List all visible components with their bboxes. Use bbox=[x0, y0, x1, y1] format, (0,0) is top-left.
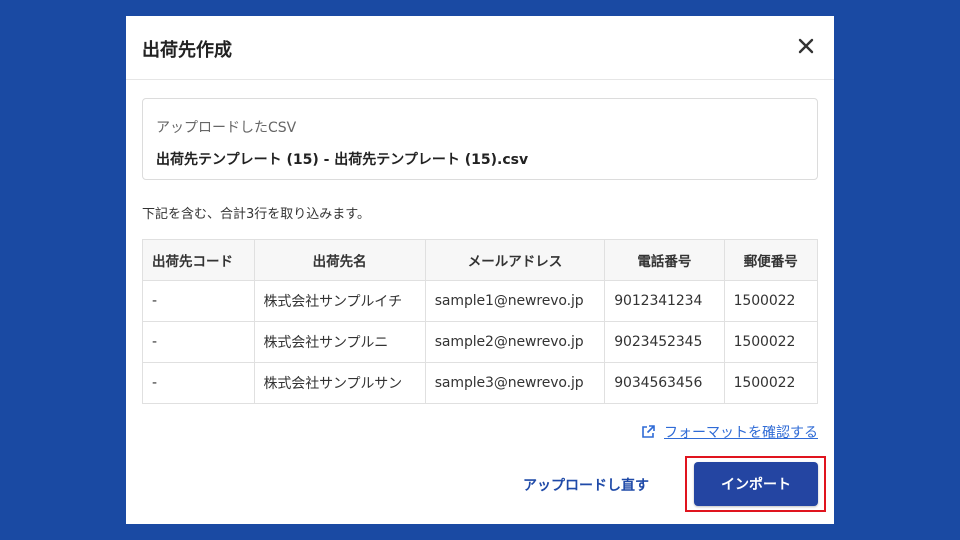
uploaded-file-name: 出荷先テンプレート (15) - 出荷先テンプレート (15).csv bbox=[156, 152, 529, 168]
column-header-code: 出荷先コード bbox=[142, 239, 255, 281]
cell-phone: 9023452345 bbox=[604, 321, 725, 363]
cell-email: sample3@newrevo.jp bbox=[424, 362, 606, 404]
import-button-highlight bbox=[685, 456, 826, 512]
cell-phone: 9012341234 bbox=[604, 280, 725, 322]
column-header-phone: 電話番号 bbox=[604, 239, 725, 281]
cell-name: 株式会社サンプルニ bbox=[253, 321, 426, 363]
cell-code: - bbox=[142, 280, 255, 322]
cell-code: - bbox=[142, 321, 255, 363]
cell-postal: 1500022 bbox=[723, 321, 818, 363]
column-header-name: 出荷先名 bbox=[253, 239, 426, 281]
cell-email: sample1@newrevo.jp bbox=[424, 280, 606, 322]
cell-email: sample2@newrevo.jp bbox=[424, 321, 606, 363]
preview-table-container[interactable]: 出荷先コード 出荷先名 メールアドレス 電話番号 郵便番号 - 株式会社サンプル… bbox=[142, 239, 818, 404]
cell-postal: 1500022 bbox=[723, 280, 818, 322]
table-row: - 株式会社サンプルイチ sample1@newrevo.jp 90123412… bbox=[142, 280, 818, 322]
cell-phone: 9034563456 bbox=[604, 362, 725, 404]
close-icon bbox=[798, 38, 814, 54]
table-row: - 株式会社サンプルサン sample3@newrevo.jp 90345634… bbox=[142, 362, 818, 404]
uploaded-csv-label: アップロードしたCSV bbox=[156, 120, 297, 136]
cell-code: - bbox=[142, 362, 255, 404]
table-row: - 株式会社サンプルニ sample2@newrevo.jp 902345234… bbox=[142, 321, 818, 363]
cell-name: 株式会社サンプルサン bbox=[253, 362, 426, 404]
cell-postal: 1500022 bbox=[723, 362, 818, 404]
external-link-icon bbox=[642, 425, 655, 438]
check-format-label: フォーマットを確認する bbox=[664, 425, 818, 441]
create-destination-dialog: 出荷先作成 アップロードしたCSV 出荷先テンプレート (15) - 出荷先テン… bbox=[126, 16, 834, 524]
dialog-header: 出荷先作成 bbox=[126, 16, 834, 80]
import-summary: 下記を含む、合計3行を取り込みます。 bbox=[142, 207, 370, 222]
column-header-postal: 郵便番号 bbox=[723, 239, 818, 281]
dialog-title: 出荷先作成 bbox=[142, 40, 232, 61]
column-header-email: メールアドレス bbox=[424, 239, 606, 281]
check-format-link[interactable]: フォーマットを確認する bbox=[640, 422, 818, 442]
table-header-row: 出荷先コード 出荷先名 メールアドレス 電話番号 郵便番号 bbox=[142, 239, 818, 281]
cell-name: 株式会社サンプルイチ bbox=[253, 280, 426, 322]
reupload-button[interactable]: アップロードし直す bbox=[523, 475, 649, 495]
close-button[interactable] bbox=[794, 34, 818, 58]
preview-table: 出荷先コード 出荷先名 メールアドレス 電話番号 郵便番号 - 株式会社サンプル… bbox=[142, 239, 818, 404]
uploaded-file-box: アップロードしたCSV 出荷先テンプレート (15) - 出荷先テンプレート (… bbox=[142, 98, 818, 180]
